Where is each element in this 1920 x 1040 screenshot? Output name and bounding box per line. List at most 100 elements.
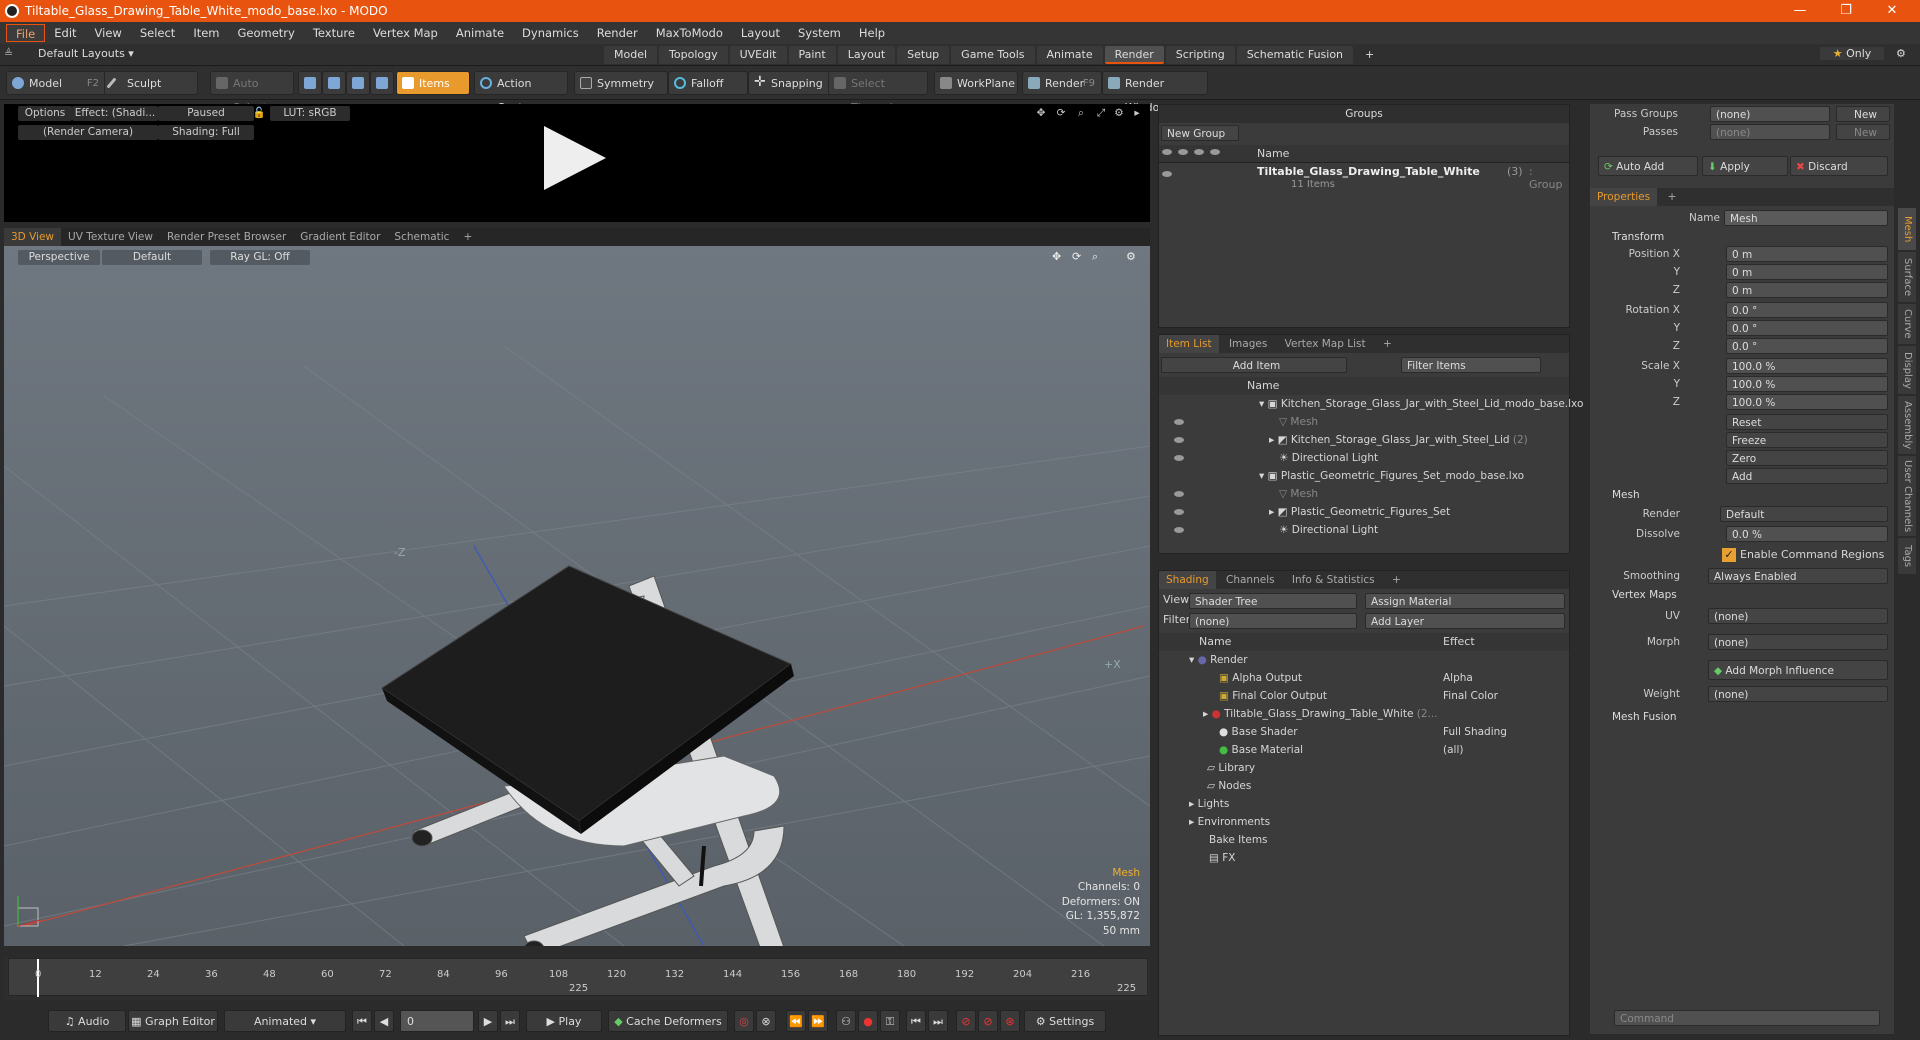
polygons-mode-button[interactable] xyxy=(346,71,370,95)
next-key-button[interactable]: ⏩ xyxy=(808,1010,828,1032)
layout-tab-uvedit[interactable]: UVEdit xyxy=(729,46,787,64)
record-key-button[interactable]: ◎ xyxy=(734,1010,754,1032)
add-layout-tab-button[interactable]: + xyxy=(1355,46,1384,64)
animated-dropdown[interactable]: Animated ▾ xyxy=(224,1010,346,1032)
3d-viewport[interactable]: Perspective Default Ray GL: Off -Z +X ✥ … xyxy=(4,246,1150,946)
position-x-input[interactable]: 0 m xyxy=(1726,246,1888,262)
shader-row[interactable]: ▸ Environments xyxy=(1189,813,1270,831)
default-layouts-dropdown[interactable]: Default Layouts ▾ xyxy=(38,47,134,60)
tab-uv-texture-view[interactable]: UV Texture View xyxy=(61,228,160,246)
view-dropdown[interactable]: Shader Tree xyxy=(1189,593,1357,609)
auto-key-button[interactable]: ⊗ xyxy=(756,1010,776,1032)
zoom-icon[interactable]: ⌕ xyxy=(1074,106,1088,121)
layout-tab-game-tools[interactable]: Game Tools xyxy=(951,46,1035,64)
tab-render-preset-browser[interactable]: Render Preset Browser xyxy=(160,228,293,246)
scale-y-input[interactable]: 100.0 % xyxy=(1726,376,1888,392)
side-tab-surface[interactable]: Surface xyxy=(1898,252,1916,302)
key-link-icon[interactable]: ⚇ xyxy=(836,1010,856,1032)
close-button[interactable]: ✕ xyxy=(1872,0,1912,22)
play-button[interactable]: ▶ Play xyxy=(526,1010,602,1032)
next-frame-key-button[interactable]: ⏭ xyxy=(928,1010,948,1032)
uv-dropdown[interactable]: (none) xyxy=(1708,608,1888,624)
new-pass-group-button[interactable]: New xyxy=(1836,106,1890,122)
action-center-button[interactable]: Action Center xyxy=(474,71,568,114)
zero-dropdown[interactable]: Zero xyxy=(1726,450,1888,466)
list-item[interactable]: ☀ Directional Light xyxy=(1174,449,1378,467)
prev-key-button[interactable]: ⏪ xyxy=(786,1010,806,1032)
eye-icon[interactable] xyxy=(1174,491,1184,497)
options-button[interactable]: Options xyxy=(18,106,72,121)
orbit-icon[interactable]: ⟳ xyxy=(1072,250,1081,263)
mesh-fusion-section[interactable]: Mesh Fusion xyxy=(1596,708,1677,726)
menu-maxtomodo[interactable]: MaxToModo xyxy=(647,24,732,42)
tab-vertex-map-list[interactable]: Vertex Map List xyxy=(1278,335,1373,353)
render-window-button[interactable]: Render Window xyxy=(1102,71,1208,114)
list-item[interactable]: ▸ ◩ Plastic_Geometric_Figures_Set xyxy=(1174,503,1450,521)
default-shading-dropdown[interactable]: Default xyxy=(102,250,202,265)
materials-mode-button[interactable] xyxy=(370,71,394,95)
list-item[interactable]: ▾ ▣ Kitchen_Storage_Glass_Jar_with_Steel… xyxy=(1259,395,1583,413)
menu-select[interactable]: Select xyxy=(131,24,184,42)
morph-dropdown[interactable]: (none) xyxy=(1708,634,1888,650)
gear-icon[interactable]: ⚙ xyxy=(1896,47,1906,60)
lock-icon[interactable]: 🔓 xyxy=(252,106,266,121)
sculpt-mode-button[interactable]: Sculpt xyxy=(104,71,198,95)
eye-icon[interactable] xyxy=(1174,419,1184,425)
layout-tab-schematic-fusion[interactable]: Schematic Fusion xyxy=(1236,46,1354,64)
edges-mode-button[interactable] xyxy=(322,71,346,95)
shader-row[interactable]: ● Base Shader Full Shading xyxy=(1219,723,1567,741)
freeze-dropdown[interactable]: Freeze xyxy=(1726,432,1888,448)
shader-row[interactable]: ▸ ● Tiltable_Glass_Drawing_Table_White (… xyxy=(1203,705,1438,723)
position-y-input[interactable]: 0 m xyxy=(1726,264,1888,280)
add-morph-influence-button[interactable]: ◆ Add Morph Influence xyxy=(1708,660,1888,680)
menu-animate[interactable]: Animate xyxy=(447,24,513,42)
shader-row[interactable]: ● Base Material (all) xyxy=(1219,741,1567,759)
auto-add-button[interactable]: ⟳ Auto Add xyxy=(1598,156,1698,176)
tab-item-list[interactable]: Item List xyxy=(1159,335,1219,353)
maximize-icon[interactable]: ⤢ xyxy=(1094,106,1108,121)
zoom-view-icon[interactable]: ⌕ xyxy=(1092,250,1098,264)
tab-schematic[interactable]: Schematic xyxy=(387,228,456,246)
key-channels-button[interactable]: ⊛ xyxy=(1000,1010,1020,1032)
record-button[interactable]: ● xyxy=(858,1010,878,1032)
shader-row[interactable]: ▣ Final Color Output Final Color xyxy=(1219,687,1567,705)
items-mode-button[interactable]: Items xyxy=(396,71,470,95)
list-item[interactable]: ☀ Directional Light xyxy=(1174,521,1378,539)
shader-row[interactable]: ▱ Library xyxy=(1207,759,1255,777)
add-layer-dropdown[interactable]: Add Layer xyxy=(1365,613,1565,629)
list-item[interactable]: ▽ Mesh xyxy=(1174,413,1318,431)
menu-edit[interactable]: Edit xyxy=(45,24,85,42)
side-tab-tags[interactable]: Tags xyxy=(1898,538,1916,574)
position-z-input[interactable]: 0 m xyxy=(1726,282,1888,298)
render-button[interactable]: Render F9 xyxy=(1022,71,1102,95)
expand-arrow-icon[interactable]: ▸ xyxy=(1130,106,1144,121)
tab-3d-view[interactable]: 3D View xyxy=(4,228,62,246)
add-dropdown[interactable]: Add xyxy=(1726,468,1888,484)
render-camera-dropdown[interactable]: (Render Camera) xyxy=(18,125,158,140)
mesh-section[interactable]: Mesh xyxy=(1596,486,1640,504)
settings-icon[interactable]: ⚙ xyxy=(1112,106,1126,121)
workplane-button[interactable]: WorkPlane xyxy=(934,71,1018,95)
shader-row[interactable]: ▤ FX xyxy=(1209,849,1236,867)
menu-dynamics[interactable]: Dynamics xyxy=(513,24,588,42)
menu-system[interactable]: System xyxy=(789,24,850,42)
shader-row[interactable]: ▸ Lights xyxy=(1189,795,1229,813)
list-item[interactable]: ▸ ◩ Kitchen_Storage_Glass_Jar_with_Steel… xyxy=(1174,431,1528,449)
assign-material-dropdown[interactable]: Assign Material xyxy=(1365,593,1565,609)
name-input[interactable]: Mesh xyxy=(1724,210,1888,226)
scale-z-input[interactable]: 100.0 % xyxy=(1726,394,1888,410)
move-icon[interactable]: ✥ xyxy=(1034,106,1048,121)
step-forward-button[interactable]: ▶ xyxy=(478,1010,498,1032)
vertices-mode-button[interactable] xyxy=(298,71,322,95)
menu-render[interactable]: Render xyxy=(588,24,647,42)
reset-dropdown[interactable]: Reset xyxy=(1726,414,1888,430)
list-item[interactable]: ▽ Mesh xyxy=(1174,485,1318,503)
side-tab-user-channels[interactable]: User Channels xyxy=(1898,456,1916,536)
timeline-settings-button[interactable]: ⚙ Settings xyxy=(1024,1010,1106,1032)
add-item-dropdown[interactable]: Add Item xyxy=(1161,357,1347,373)
menu-item[interactable]: Item xyxy=(184,24,228,42)
viewport-settings-icon[interactable]: ⚙ xyxy=(1126,250,1136,263)
maximize-button[interactable]: ❐ xyxy=(1826,0,1866,22)
go-start-button[interactable]: ⏮ xyxy=(352,1010,372,1032)
vertex-maps-section[interactable]: Vertex Maps xyxy=(1596,586,1677,604)
